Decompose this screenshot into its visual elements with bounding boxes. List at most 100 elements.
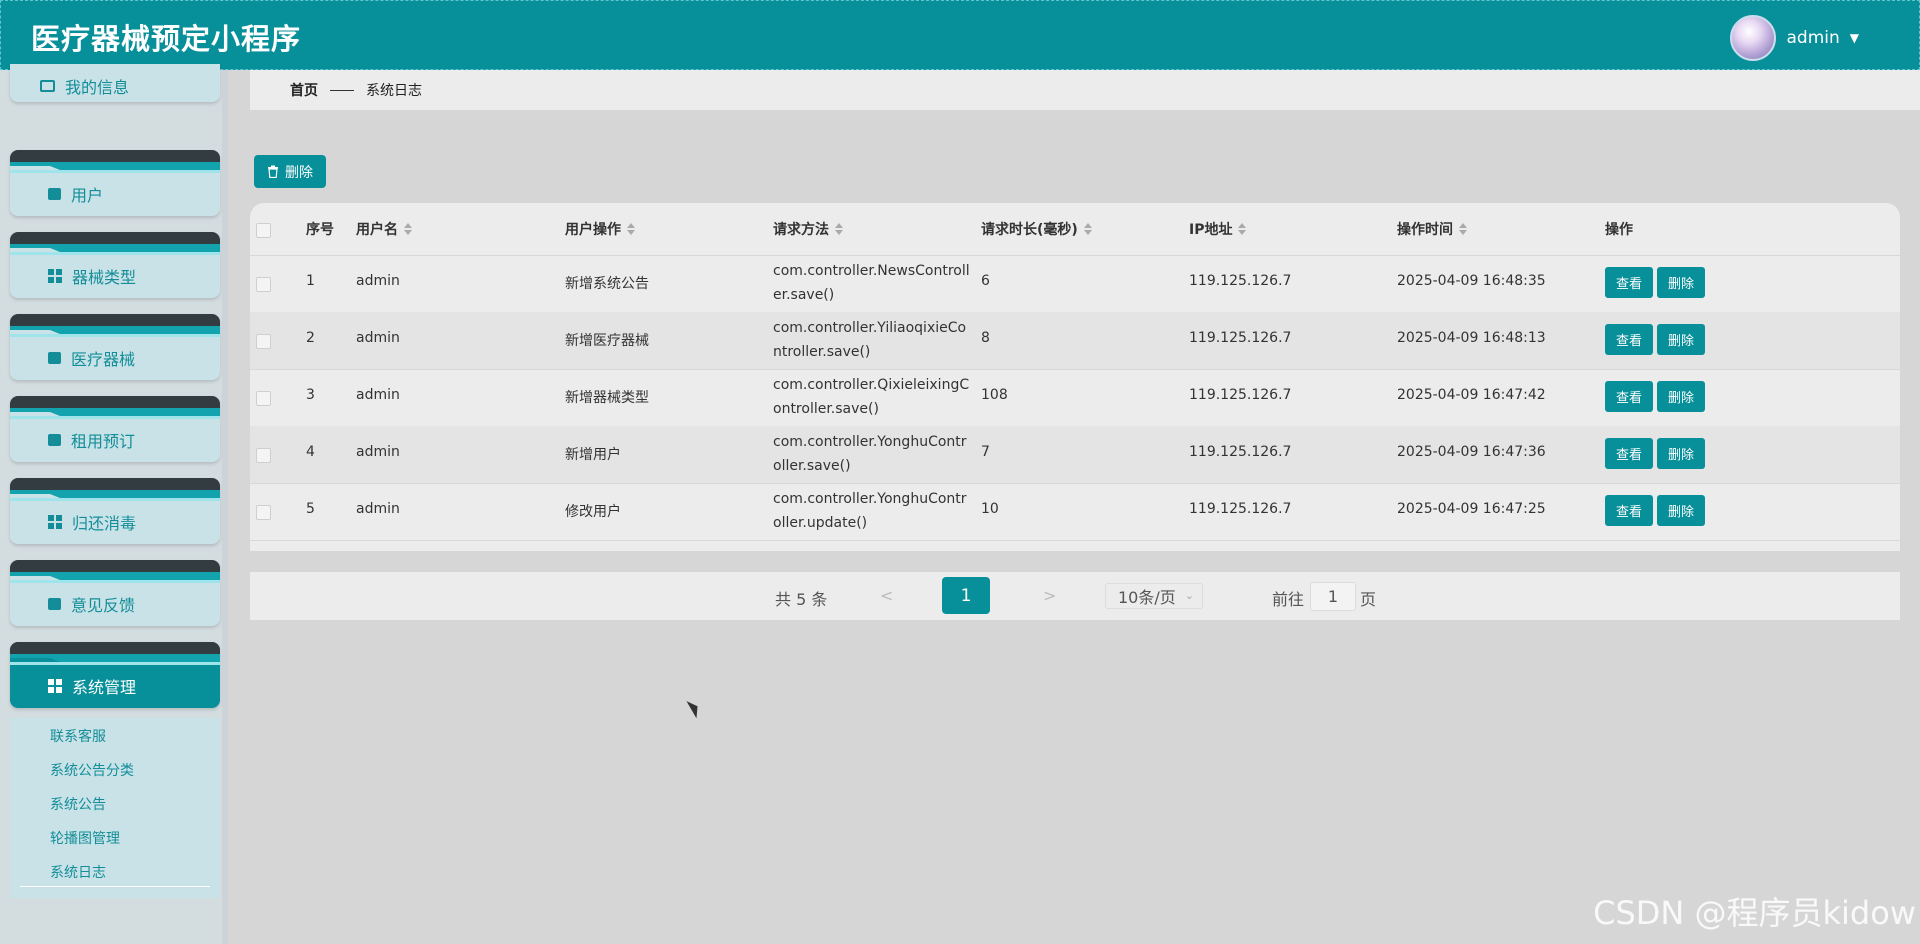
header-username[interactable]: 用户名 — [356, 219, 412, 239]
sidebar-item-2[interactable]: 器械类型 — [10, 232, 220, 298]
sidebar-item-4[interactable]: 租用预订 — [10, 396, 220, 462]
cell-index: 5 — [306, 501, 315, 517]
breadcrumb-separator — [330, 89, 354, 91]
pagination-total: 共 5 条 — [775, 590, 828, 609]
breadcrumb-home[interactable]: 首页 — [290, 80, 318, 100]
sidebar-item-my-info[interactable]: 我的信息 — [10, 64, 220, 102]
header-time[interactable]: 操作时间 — [1397, 219, 1467, 239]
view-button[interactable]: 查看 — [1605, 324, 1653, 355]
submenu-system — [10, 718, 220, 898]
delete-button[interactable]: 删除 — [1657, 324, 1705, 355]
sidebar-item-6[interactable]: 意见反馈 — [10, 560, 220, 626]
sidebar-item-5[interactable]: 归还消毒 — [10, 478, 220, 544]
header-actions: 操作 — [1605, 222, 1633, 238]
user-name[interactable]: admin — [1786, 28, 1839, 48]
caret-down-icon[interactable]: ▼ — [1850, 31, 1859, 45]
view-button[interactable]: 查看 — [1605, 438, 1653, 469]
batch-delete-button[interactable]: 删除 — [254, 155, 326, 188]
view-button[interactable]: 查看 — [1605, 495, 1653, 526]
delete-button[interactable]: 删除 — [1657, 267, 1705, 298]
user-menu[interactable]: admin ▼ — [1730, 15, 1859, 61]
cell-username: admin — [356, 501, 400, 517]
goto-label: 前往 — [1272, 590, 1305, 609]
cell-index: 3 — [306, 387, 315, 403]
row-checkbox[interactable] — [256, 334, 271, 349]
sidebar-item-1[interactable]: 用户 — [10, 150, 220, 216]
delete-button[interactable]: 删除 — [1657, 495, 1705, 526]
submenu-item[interactable]: 轮播图管理 — [50, 828, 120, 848]
cell-time: 2025-04-09 16:47:36 — [1397, 444, 1546, 460]
table-row[interactable]: 1 admin 新增系统公告 com.controller.NewsControlle… — [250, 255, 1900, 313]
watermark: CSDN @程序员kidow — [1593, 894, 1916, 932]
log-table: 序号 用户名 用户操作 请求方法 请求时长(毫秒) IP地址 操作时间 操作 1… — [250, 203, 1900, 551]
select-all-checkbox[interactable] — [256, 223, 271, 238]
cell-duration: 10 — [981, 501, 999, 517]
cell-ip: 119.125.126.7 — [1189, 273, 1292, 289]
cell-operation: 修改用户 — [565, 504, 621, 520]
cell-time: 2025-04-09 16:48:35 — [1397, 273, 1546, 289]
delete-button[interactable]: 删除 — [1657, 381, 1705, 412]
cell-duration: 6 — [981, 273, 990, 289]
sidebar-item-3[interactable]: 医疗器械 — [10, 314, 220, 380]
app-title: 医疗器械预定小程序 — [31, 22, 302, 56]
briefcase-icon — [48, 352, 61, 364]
table-row[interactable]: 5 admin 修改用户 com.controller.YonghuControlle… — [250, 483, 1900, 541]
submenu-item[interactable]: 系统公告 — [50, 794, 106, 814]
view-button[interactable]: 查看 — [1605, 381, 1653, 412]
row-checkbox[interactable] — [256, 391, 271, 406]
submenu-item[interactable]: 联系客服 — [50, 726, 106, 746]
submenu-item[interactable]: 系统日志 — [50, 862, 106, 882]
sort-icon[interactable] — [835, 223, 843, 235]
page-number-button[interactable]: 1 — [942, 577, 990, 614]
sidebar-item-7[interactable]: 系统管理 — [10, 642, 220, 708]
sort-icon[interactable] — [1459, 223, 1467, 235]
cell-ip: 119.125.126.7 — [1189, 387, 1292, 403]
header-index: 序号 — [306, 222, 334, 238]
sort-icon[interactable] — [1238, 223, 1247, 235]
trash-icon — [268, 165, 278, 178]
next-page-button[interactable]: > — [1043, 586, 1056, 605]
header-method[interactable]: 请求方法 — [773, 219, 843, 239]
table-row[interactable]: 4 admin 新增用户 com.controller.YonghuControlle… — [250, 426, 1900, 484]
sidebar-item-label: 用户 — [71, 186, 104, 205]
table-row[interactable]: 2 admin 新增医疗器械 com.controller.YiliaoqixieCo… — [250, 312, 1900, 370]
sidebar-item-label: 租用预订 — [71, 432, 136, 451]
cell-operation: 新增系统公告 — [565, 276, 649, 292]
table-row[interactable]: 3 admin 新增器械类型 com.controller.QixieleixingC… — [250, 369, 1900, 427]
sort-icon[interactable] — [404, 223, 412, 235]
cell-method: com.controller.NewsController.save() — [773, 263, 970, 303]
avatar[interactable] — [1730, 15, 1777, 61]
header-username-label: 用户名 — [356, 222, 398, 238]
prev-page-button[interactable]: < — [880, 586, 893, 605]
delete-button[interactable]: 删除 — [1657, 438, 1705, 469]
grid-icon — [48, 515, 62, 529]
cell-ip: 119.125.126.7 — [1189, 444, 1292, 460]
header-time-label: 操作时间 — [1397, 222, 1453, 238]
row-checkbox[interactable] — [256, 277, 271, 292]
sort-icon[interactable] — [627, 223, 635, 235]
cell-duration: 7 — [981, 444, 990, 460]
cell-method: com.controller.YonghuController.update() — [773, 491, 967, 531]
grid-icon — [48, 679, 62, 693]
cell-time: 2025-04-09 16:48:13 — [1397, 330, 1546, 346]
view-button[interactable]: 查看 — [1605, 267, 1653, 298]
sidebar-item-label: 器械类型 — [72, 268, 137, 287]
page-size-select[interactable]: 10条/页 ⌄ — [1105, 583, 1203, 609]
header-ip[interactable]: IP地址 — [1189, 219, 1247, 239]
sort-icon[interactable] — [1083, 223, 1092, 235]
row-checkbox[interactable] — [256, 505, 271, 520]
table-header: 序号 用户名 用户操作 请求方法 请求时长(毫秒) IP地址 操作时间 操作 — [250, 203, 1900, 256]
row-checkbox[interactable] — [256, 448, 271, 463]
cell-username: admin — [356, 330, 400, 346]
breadcrumb-current: 系统日志 — [366, 83, 422, 99]
header-operation[interactable]: 用户操作 — [565, 219, 635, 239]
submenu-item[interactable]: 系统公告分类 — [50, 760, 134, 780]
top-header: 医疗器械预定小程序 admin ▼ — [0, 0, 1920, 70]
cell-method: com.controller.YonghuController.save() — [773, 434, 967, 474]
cell-ip: 119.125.126.7 — [1189, 330, 1292, 346]
page-size-value: 10条/页 — [1118, 588, 1176, 607]
goto-page-input[interactable]: 1 — [1310, 582, 1356, 611]
header-duration[interactable]: 请求时长(毫秒) — [981, 219, 1092, 239]
cell-operation: 新增医疗器械 — [565, 333, 649, 349]
header-operation-label: 用户操作 — [565, 222, 621, 238]
